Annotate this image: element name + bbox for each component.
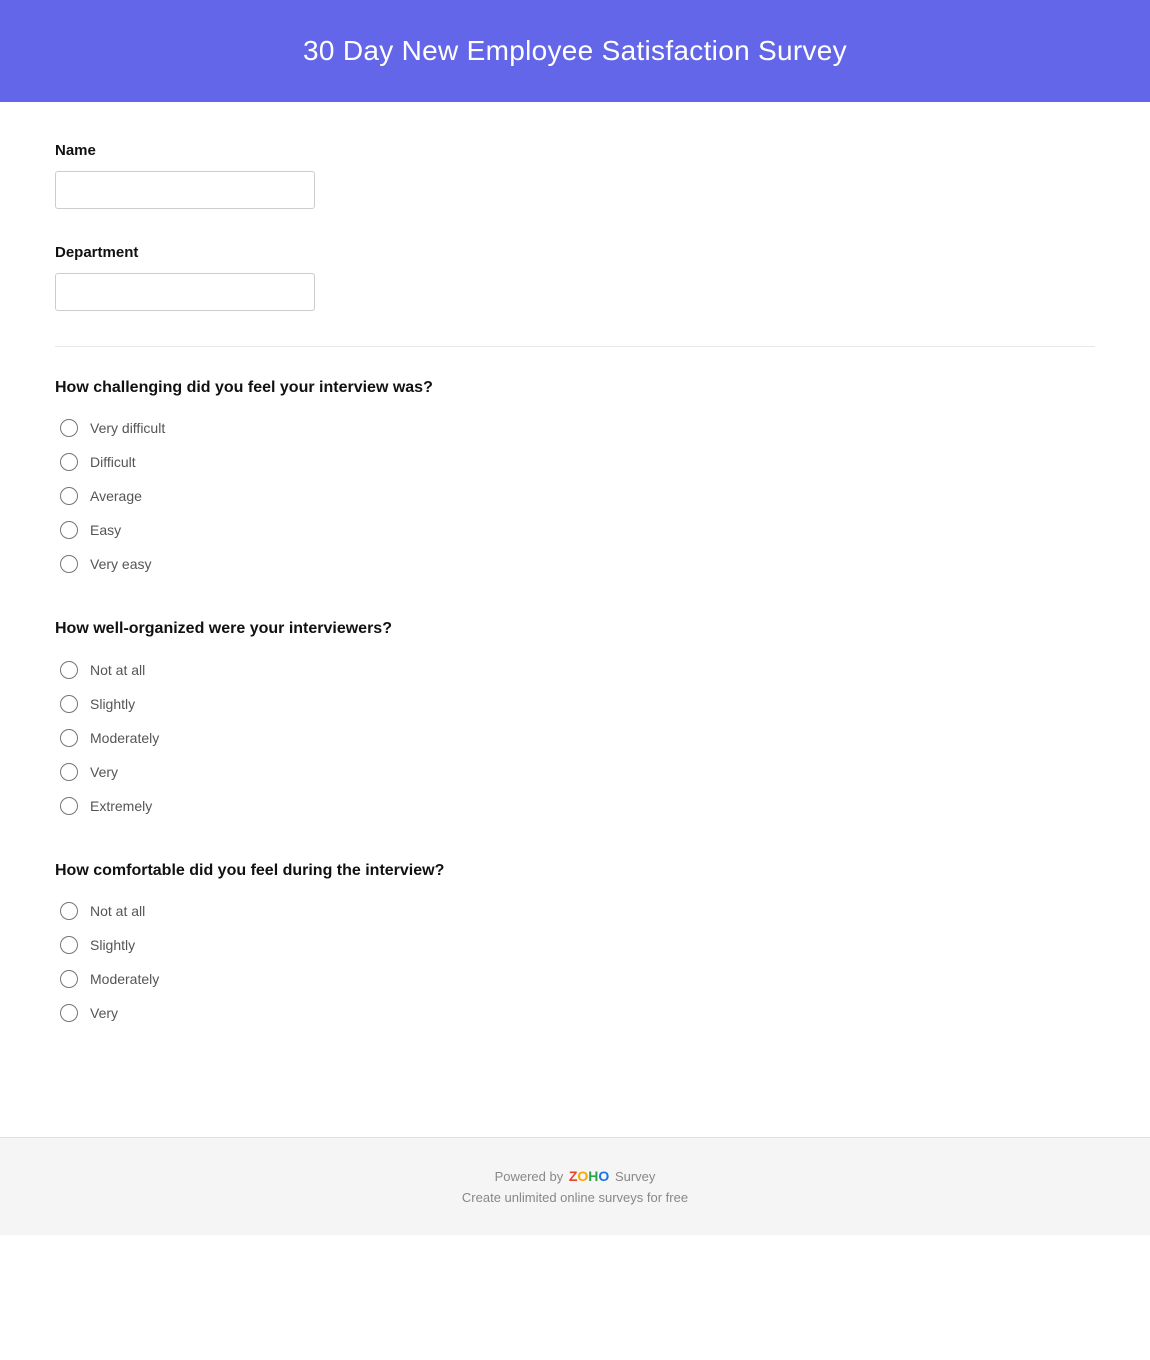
list-item: Easy (60, 521, 1095, 539)
list-item: Very (60, 763, 1095, 781)
radio-label: Slightly (90, 937, 135, 953)
radio-label: Very difficult (90, 420, 165, 436)
zoho-logo: ZOHO (569, 1168, 609, 1184)
page-title: 30 Day New Employee Satisfaction Survey (20, 35, 1130, 67)
list-item: Average (60, 487, 1095, 505)
question-3-group: How comfortable did you feel during the … (55, 860, 1095, 1022)
radio-label: Moderately (90, 730, 159, 746)
radio-q1-0[interactable] (60, 419, 78, 437)
radio-q2-0[interactable] (60, 661, 78, 679)
question-2-label: How well-organized were your interviewer… (55, 618, 1095, 640)
question-2-options: Not at all Slightly Moderately Very Extremel… (55, 661, 1095, 815)
radio-q2-1[interactable] (60, 695, 78, 713)
radio-q2-4[interactable] (60, 797, 78, 815)
list-item: Not at all (60, 902, 1095, 920)
question-1-group: How challenging did you feel your interv… (55, 377, 1095, 573)
list-item: Difficult (60, 453, 1095, 471)
question-3-label: How comfortable did you feel during the … (55, 860, 1095, 882)
radio-label: Difficult (90, 454, 136, 470)
survey-label: Survey (615, 1169, 655, 1184)
radio-label: Slightly (90, 696, 135, 712)
radio-label: Very (90, 1005, 118, 1021)
question-1-options: Very difficult Difficult Average Easy Very e… (55, 419, 1095, 573)
name-label: Name (55, 142, 1095, 159)
radio-q1-2[interactable] (60, 487, 78, 505)
radio-label: Average (90, 488, 142, 504)
radio-q2-2[interactable] (60, 729, 78, 747)
department-input[interactable] (55, 273, 315, 311)
list-item: Very easy (60, 555, 1095, 573)
department-label: Department (55, 244, 1095, 261)
list-item: Very (60, 1004, 1095, 1022)
radio-label: Not at all (90, 662, 145, 678)
radio-label: Extremely (90, 798, 152, 814)
radio-q3-1[interactable] (60, 936, 78, 954)
radio-label: Moderately (90, 971, 159, 987)
list-item: Not at all (60, 661, 1095, 679)
question-1-label: How challenging did you feel your interv… (55, 377, 1095, 399)
question-3-options: Not at all Slightly Moderately Very (55, 902, 1095, 1022)
footer-powered-by: Powered by ZOHO Survey (20, 1168, 1130, 1184)
list-item: Moderately (60, 729, 1095, 747)
radio-q1-1[interactable] (60, 453, 78, 471)
radio-q3-3[interactable] (60, 1004, 78, 1022)
question-2-group: How well-organized were your interviewer… (55, 618, 1095, 814)
list-item: Extremely (60, 797, 1095, 815)
radio-label: Very easy (90, 556, 151, 572)
radio-label: Easy (90, 522, 121, 538)
radio-label: Very (90, 764, 118, 780)
name-field-group: Name (55, 142, 1095, 209)
radio-q3-0[interactable] (60, 902, 78, 920)
radio-q1-4[interactable] (60, 555, 78, 573)
radio-q1-3[interactable] (60, 521, 78, 539)
radio-q2-3[interactable] (60, 763, 78, 781)
footer-tagline: Create unlimited online surveys for free (20, 1190, 1130, 1205)
list-item: Slightly (60, 695, 1095, 713)
list-item: Very difficult (60, 419, 1095, 437)
radio-q3-2[interactable] (60, 970, 78, 988)
header: 30 Day New Employee Satisfaction Survey (0, 0, 1150, 102)
name-input[interactable] (55, 171, 315, 209)
department-field-group: Department (55, 244, 1095, 311)
list-item: Slightly (60, 936, 1095, 954)
radio-label: Not at all (90, 903, 145, 919)
list-item: Moderately (60, 970, 1095, 988)
footer: Powered by ZOHO Survey Create unlimited … (0, 1137, 1150, 1235)
